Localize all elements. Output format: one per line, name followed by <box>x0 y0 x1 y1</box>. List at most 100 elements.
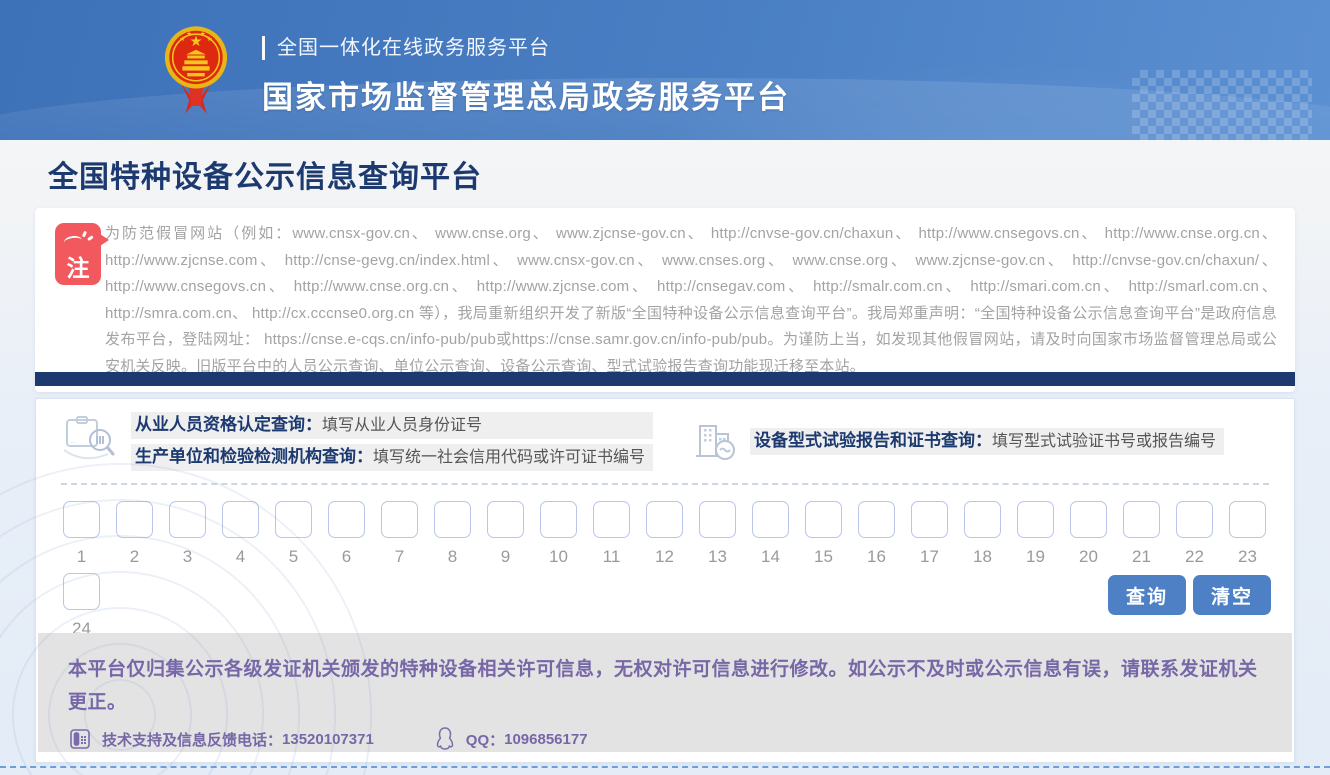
code-cell: 9 <box>487 501 524 567</box>
code-input-box[interactable] <box>752 501 789 538</box>
code-input-box[interactable] <box>222 501 259 538</box>
svg-text:...: ... <box>70 438 76 445</box>
code-cell: 8 <box>434 501 471 567</box>
person-query-row1[interactable]: 从业人员资格认定查询：填写从业人员身份证号 <box>131 412 653 439</box>
code-input-box[interactable] <box>805 501 842 538</box>
disclaimer-section: 本平台仅归集公示各级发证机关颁发的特种设备相关许可信息，无权对许可信息进行修改。… <box>38 633 1292 752</box>
svg-text:★: ★ <box>207 36 213 43</box>
code-cell: 22 <box>1176 501 1213 567</box>
code-cell: 15 <box>805 501 842 567</box>
code-input-box[interactable] <box>1229 501 1266 538</box>
query-head: ... 从业人员资格认定查询：填写从业人员身份证号 生产单位和检验检测机构查询：… <box>36 399 1294 471</box>
code-cell-number: 1 <box>63 547 100 567</box>
code-cell-number: 7 <box>381 547 418 567</box>
svg-text:★: ★ <box>200 31 206 38</box>
page: ★ ★ ★ ★ ★ 全国一体化在线政务服务平台 国家市场监督管理总局政务服务平台… <box>0 0 1330 775</box>
code-cell: 20 <box>1070 501 1107 567</box>
person-query-label: 从业人员资格认定查询： <box>135 415 322 434</box>
svg-text:★: ★ <box>186 31 192 38</box>
site-header: ★ ★ ★ ★ ★ 全国一体化在线政务服务平台 国家市场监督管理总局政务服务平台 <box>0 0 1330 140</box>
code-cell: 6 <box>328 501 365 567</box>
code-input-box[interactable] <box>858 501 895 538</box>
phone-icon <box>68 727 92 751</box>
clear-button[interactable]: 清空 <box>1193 575 1271 615</box>
code-input-box[interactable] <box>381 501 418 538</box>
unit-query-row2[interactable]: 生产单位和检验检测机构查询：填写统一社会信用代码或许可证书编号 <box>131 444 653 471</box>
code-cell-number: 20 <box>1070 547 1107 567</box>
code-cell-number: 17 <box>911 547 948 567</box>
code-input-box[interactable] <box>1176 501 1213 538</box>
code-entry-area: 123456789101112131415161718192021222324 … <box>63 501 1271 639</box>
bottom-dashed-line <box>0 766 1330 768</box>
code-input-box[interactable] <box>275 501 312 538</box>
code-cell: 5 <box>275 501 312 567</box>
code-input-box[interactable] <box>593 501 630 538</box>
code-cell-number: 14 <box>752 547 789 567</box>
dashed-separator <box>61 483 1269 485</box>
code-cell: 24 <box>63 573 100 639</box>
action-buttons: 查询 清空 <box>1108 575 1271 615</box>
device-query-hint: 填写型式试验证书号或报告编号 <box>992 433 1216 450</box>
unit-query-hint: 填写统一社会信用代码或许可证书编号 <box>373 449 645 466</box>
unit-query-label: 生产单位和检验检测机构查询： <box>135 447 373 466</box>
code-cell: 19 <box>1017 501 1054 567</box>
code-cell-number: 6 <box>328 547 365 567</box>
device-query-label: 设备型式试验报告和证书查询： <box>754 431 992 450</box>
code-input-box[interactable] <box>169 501 206 538</box>
code-cell: 12 <box>646 501 683 567</box>
code-cell-number: 12 <box>646 547 683 567</box>
code-cell-number: 2 <box>116 547 153 567</box>
code-cell-number: 3 <box>169 547 206 567</box>
search-button[interactable]: 查询 <box>1108 575 1186 615</box>
code-cell: 3 <box>169 501 206 567</box>
header-mosaic-decoration <box>1132 70 1312 140</box>
disclaimer-text: 本平台仅归集公示各级发证机关颁发的特种设备相关许可信息，无权对许可信息进行修改。… <box>68 653 1262 719</box>
code-cell-number: 9 <box>487 547 524 567</box>
code-input-box[interactable] <box>63 573 100 610</box>
code-cell-number: 16 <box>858 547 895 567</box>
code-input-box[interactable] <box>434 501 471 538</box>
person-query-group: ... 从业人员资格认定查询：填写从业人员身份证号 生产单位和检验检测机构查询：… <box>61 412 653 471</box>
code-input-box[interactable] <box>1123 501 1160 538</box>
code-cell-number: 19 <box>1017 547 1054 567</box>
header-titles: 全国一体化在线政务服务平台 国家市场监督管理总局政务服务平台 <box>262 36 790 117</box>
code-cell-number: 11 <box>593 547 630 567</box>
code-cell: 14 <box>752 501 789 567</box>
device-query-row[interactable]: 设备型式试验报告和证书查询：填写型式试验证书号或报告编号 <box>750 428 1224 455</box>
phone-label: 技术支持及信息反馈电话： <box>102 729 282 750</box>
code-cell: 17 <box>911 501 948 567</box>
code-cell: 7 <box>381 501 418 567</box>
code-cell: 18 <box>964 501 1001 567</box>
code-input-box[interactable] <box>699 501 736 538</box>
building-magnifier-icon <box>692 416 738 467</box>
contact-row: 技术支持及信息反馈电话： 13520107371 QQ： 1096856177 <box>68 726 1262 752</box>
code-cell: 1 <box>63 501 100 567</box>
navy-divider-bar <box>35 372 1295 386</box>
code-cell-number: 18 <box>964 547 1001 567</box>
code-cell-number: 5 <box>275 547 312 567</box>
code-cell: 11 <box>593 501 630 567</box>
code-input-box[interactable] <box>540 501 577 538</box>
svg-text:★: ★ <box>179 36 185 43</box>
code-input-box[interactable] <box>911 501 948 538</box>
person-query-lines: 从业人员资格认定查询：填写从业人员身份证号 生产单位和检验检测机构查询：填写统一… <box>131 412 653 471</box>
qq-penguin-icon <box>434 726 456 752</box>
code-input-box[interactable] <box>1070 501 1107 538</box>
code-input-box[interactable] <box>487 501 524 538</box>
anti-fake-notice-panel: 注 为防范假冒网站（例如：www.cnsx-gov.cn、 www.cnse.o… <box>35 208 1295 392</box>
package-magnifier-icon: ... <box>61 412 119 471</box>
code-cell: 21 <box>1123 501 1160 567</box>
qq-number: 1096856177 <box>504 731 587 748</box>
code-input-box[interactable] <box>63 501 100 538</box>
code-cell-number: 10 <box>540 547 577 567</box>
device-query-group: 设备型式试验报告和证书查询：填写型式试验证书号或报告编号 <box>692 412 1224 471</box>
code-input-box[interactable] <box>328 501 365 538</box>
code-cells: 123456789101112131415161718192021222324 <box>63 501 1271 639</box>
code-input-box[interactable] <box>116 501 153 538</box>
page-title: 全国特种设备公示信息查询平台 <box>48 152 482 196</box>
code-input-box[interactable] <box>1017 501 1054 538</box>
code-input-box[interactable] <box>646 501 683 538</box>
code-cell-number: 13 <box>699 547 736 567</box>
phone-contact: 技术支持及信息反馈电话： 13520107371 <box>68 727 374 751</box>
code-input-box[interactable] <box>964 501 1001 538</box>
